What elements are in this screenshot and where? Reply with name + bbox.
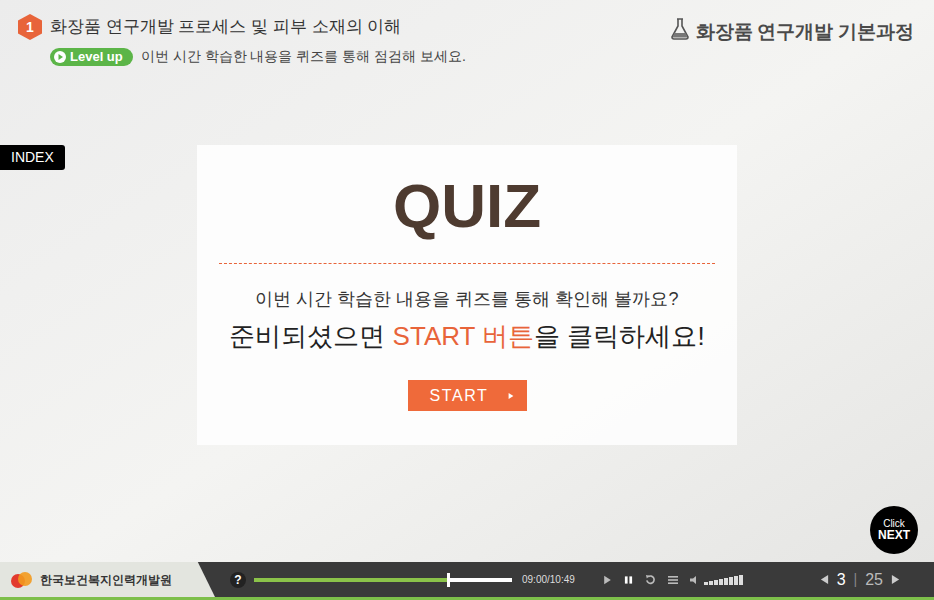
course-title: 화장품 연구개발 기본과정 bbox=[670, 14, 917, 75]
volume-bar bbox=[714, 580, 718, 585]
click-next-button[interactable]: ClickNEXT bbox=[870, 506, 918, 554]
controls bbox=[603, 574, 743, 585]
current-page: 3 bbox=[837, 568, 846, 592]
speaker-icon bbox=[690, 575, 700, 585]
volume-bar bbox=[734, 576, 738, 585]
volume-bar bbox=[739, 575, 743, 585]
next-page-icon[interactable] bbox=[891, 573, 900, 586]
start-button[interactable]: START bbox=[408, 380, 527, 411]
index-tab[interactable]: INDEX bbox=[0, 145, 65, 170]
volume-bar bbox=[724, 578, 728, 585]
divider bbox=[219, 263, 715, 264]
play-icon[interactable] bbox=[603, 575, 612, 585]
volume-bar bbox=[729, 577, 733, 585]
subtitle: 이번 시간 학습한 내용을 퀴즈를 통해 점검해 보세요. bbox=[141, 46, 466, 67]
lesson-title: 화장품 연구개발 프로세스 및 피부 소재의 이해 bbox=[50, 14, 401, 40]
lesson-title-row: 1 화장품 연구개발 프로세스 및 피부 소재의 이해 bbox=[18, 14, 466, 40]
lesson-number-badge: 1 bbox=[18, 14, 42, 40]
menu-icon[interactable] bbox=[668, 575, 678, 585]
header: 1 화장품 연구개발 프로세스 및 피부 소재의 이해 Level up 이번 시간 … bbox=[0, 0, 934, 75]
total-pages: 25 bbox=[865, 568, 883, 592]
pause-icon[interactable] bbox=[624, 575, 633, 585]
volume-bar bbox=[704, 582, 708, 585]
content-area: QUIZ 이번 시간 학습한 내용을 퀴즈를 통해 확인해 볼까요? 준비되셨으면 … bbox=[0, 75, 934, 562]
help-button[interactable]: ? bbox=[230, 572, 246, 588]
progress-track[interactable] bbox=[254, 578, 512, 582]
subtitle-row: Level up 이번 시간 학습한 내용을 퀴즈를 통해 점검해 보세요. bbox=[18, 46, 466, 67]
quiz-intro: 이번 시간 학습한 내용을 퀴즈를 통해 확인해 볼까요? bbox=[255, 286, 678, 313]
page-nav: 3 | 25 bbox=[820, 568, 900, 592]
player-bar: 한국보건복지인력개발원? 09:00/10:49 3 | 25 bbox=[0, 562, 934, 600]
replay-icon[interactable] bbox=[645, 574, 656, 585]
play-circle-icon bbox=[54, 51, 66, 63]
volume-bar bbox=[709, 581, 713, 585]
flask-icon bbox=[670, 18, 690, 40]
time-display: 09:00/10:49 bbox=[522, 572, 575, 587]
org-logo: 한국보건복지인력개발원 bbox=[0, 562, 215, 597]
level-up-badge: Level up bbox=[50, 48, 133, 66]
page-separator: | bbox=[854, 569, 858, 590]
quiz-instruction: 준비되셨으면 START 버튼을 클릭하세요! bbox=[229, 317, 704, 356]
org-logo-icon bbox=[10, 570, 34, 590]
quiz-title: QUIZ bbox=[393, 175, 541, 237]
volume-control[interactable] bbox=[690, 575, 743, 585]
volume-bars bbox=[704, 575, 743, 585]
progress-thumb[interactable] bbox=[447, 573, 450, 587]
progress-fill bbox=[254, 578, 448, 582]
app: 1 화장품 연구개발 프로세스 및 피부 소재의 이해 Level up 이번 시간 … bbox=[0, 0, 934, 600]
arrow-right-icon[interactable] bbox=[508, 392, 514, 400]
volume-bar bbox=[719, 579, 723, 585]
header-left: 1 화장품 연구개발 프로세스 및 피부 소재의 이해 Level up 이번 시간 … bbox=[18, 14, 466, 75]
quiz-card: QUIZ 이번 시간 학습한 내용을 퀴즈를 통해 확인해 볼까요? 준비되셨으면 … bbox=[197, 145, 737, 445]
prev-page-icon[interactable] bbox=[820, 573, 829, 586]
